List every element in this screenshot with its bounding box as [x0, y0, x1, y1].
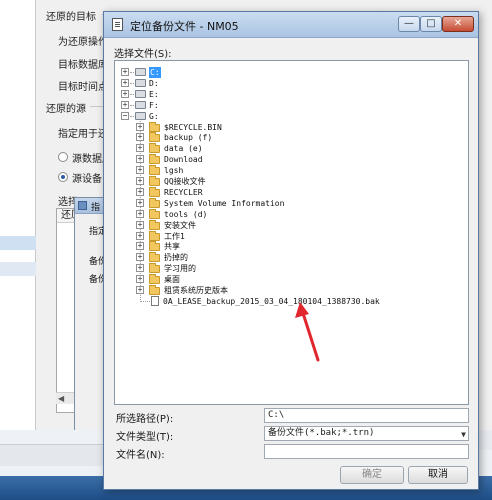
annotation-arrow: [295, 302, 320, 362]
